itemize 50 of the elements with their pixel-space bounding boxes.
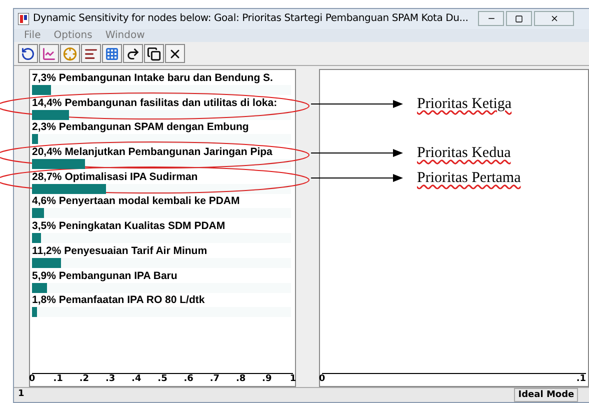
bars-icon bbox=[84, 46, 98, 61]
item-label: 28,7% Optimalisasi IPA Sudirman bbox=[32, 170, 198, 184]
axis-label: .6 bbox=[184, 374, 194, 385]
annotation-label: Prioritas Ketiga bbox=[417, 94, 512, 114]
axis-label: 0 bbox=[28, 374, 36, 385]
windows-icon bbox=[147, 46, 161, 61]
redo-arrow-icon bbox=[126, 46, 140, 61]
line-chart-icon bbox=[42, 46, 56, 61]
item-label: 4,6% Penyertaan modal kembali ke PDAM bbox=[32, 195, 240, 208]
axis-label: 1 bbox=[290, 374, 296, 385]
menu-item[interactable]: Options bbox=[54, 30, 92, 42]
window-title: Dynamic Sensitivity for nodes below: Goal: Prioritas Startegi Pembanguan SPAM Kota Du... bbox=[33, 12, 468, 26]
axis-label: .1 bbox=[53, 374, 63, 385]
close-icon bbox=[550, 14, 559, 24]
item-label: 1,8% Pemanfaatan IPA RO 80 L/dtk bbox=[32, 294, 205, 308]
item-label: 14,4% Pembangunan fasilitas dan utilitas di loka: bbox=[32, 96, 278, 110]
maximize-icon bbox=[515, 14, 524, 23]
annotation-label: Prioritas Kedua bbox=[417, 144, 511, 164]
item-label: 5,9% Pembangunan IPA Baru bbox=[32, 270, 178, 282]
grid-icon bbox=[105, 46, 119, 61]
menu-item[interactable]: Window bbox=[105, 30, 145, 42]
axis-label: .3 bbox=[105, 374, 116, 385]
axis-label: .2 bbox=[79, 374, 90, 385]
item-label: 7,3% Pembangunan Intake baru dan Bendung S. bbox=[32, 72, 273, 85]
axis-label: .8 bbox=[236, 374, 246, 385]
grid-button[interactable] bbox=[102, 44, 122, 64]
axis-label: .9 bbox=[262, 374, 272, 385]
axis-label: 0 bbox=[318, 374, 326, 385]
item-label: 2,3% Pembangunan SPAM dengan Embung bbox=[32, 121, 249, 134]
item-label: 3,5% Peningkatan Kualitas SDM PDAM bbox=[32, 220, 226, 234]
item-label: 11,2% Penyesuaian Tarif Air Minum bbox=[32, 244, 208, 258]
bars-button[interactable] bbox=[81, 44, 101, 64]
refresh-button[interactable] bbox=[18, 44, 38, 64]
axis-label: .4 bbox=[132, 374, 142, 385]
axis-label: .5 bbox=[158, 374, 168, 385]
line-chart-button[interactable] bbox=[39, 44, 59, 64]
app-icon bbox=[18, 12, 29, 25]
axis-label: .1 bbox=[576, 374, 586, 385]
item-label: 20,4% Melanjutkan Pembangunan Jaringan Pipa bbox=[32, 146, 272, 160]
refresh-icon bbox=[21, 46, 35, 61]
mode-indicator: Ideal Mode bbox=[514, 388, 578, 402]
maximize-button[interactable] bbox=[506, 11, 532, 26]
close-button[interactable] bbox=[165, 44, 185, 64]
windows-button[interactable] bbox=[144, 44, 164, 64]
menu-item[interactable]: File bbox=[24, 30, 41, 42]
redo-arrow-button[interactable] bbox=[123, 44, 143, 64]
annotation-label: Prioritas Pertama bbox=[417, 168, 521, 188]
status-text: 1 bbox=[18, 388, 24, 402]
axis-label: .7 bbox=[210, 374, 220, 385]
crosshair-icon bbox=[63, 46, 77, 61]
